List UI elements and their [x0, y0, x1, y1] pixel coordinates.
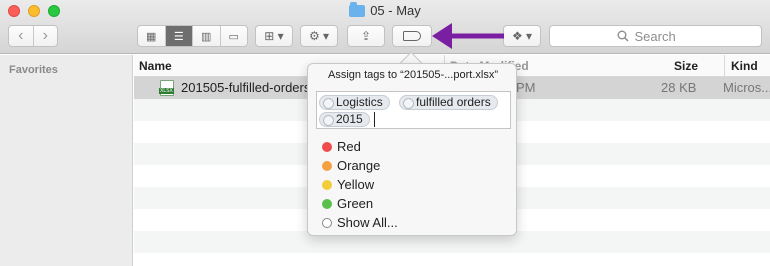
- file-date-modified: PM: [516, 80, 536, 95]
- tag-input-field[interactable]: Logistics fulfilled orders 2015: [316, 91, 511, 129]
- list-row: [134, 253, 770, 266]
- forward-button[interactable]: ›: [32, 26, 58, 46]
- search-icon: [617, 30, 629, 42]
- column-kind[interactable]: Kind: [724, 55, 758, 77]
- green-dot-icon: [322, 198, 332, 209]
- window-title: 05 - May: [0, 1, 770, 18]
- column-size[interactable]: Size: [674, 55, 698, 77]
- color-tag-label: Orange: [337, 158, 381, 173]
- back-button[interactable]: ‹: [9, 26, 33, 46]
- tag-color-list: Red Orange Yellow Green Show All...: [322, 137, 398, 232]
- assign-tags-popover: Assign tags to “201505-...port.xlsx” Log…: [307, 63, 517, 236]
- file-kind: Micros...: [723, 80, 770, 95]
- color-tag-orange[interactable]: Orange: [322, 156, 398, 175]
- action-gear-button[interactable]: ⚙ ▾: [300, 25, 338, 47]
- folder-icon: [349, 1, 366, 17]
- tag-chip-2015[interactable]: 2015: [319, 112, 370, 127]
- finder-window: 05 - May ‹ › ▦ ☰ ▥ ▭ ⊞ ▾ ⚙ ▾ ⇪ ❖ ▾ Searc…: [0, 0, 770, 266]
- purple-arrow-annotation: [432, 23, 504, 49]
- sidebar-favorites-heading: Favorites: [9, 64, 58, 76]
- color-tag-red[interactable]: Red: [322, 137, 398, 156]
- color-tag-green[interactable]: Green: [322, 194, 398, 213]
- search-field[interactable]: [549, 25, 762, 47]
- excel-file-icon: [159, 80, 174, 96]
- empty-circle-icon: [322, 217, 332, 228]
- show-all-tags[interactable]: Show All...: [322, 213, 398, 232]
- tag-chip-fulfilled-orders[interactable]: fulfilled orders: [399, 95, 498, 110]
- list-view-button[interactable]: ☰: [164, 26, 192, 46]
- color-tag-label: Red: [337, 139, 361, 154]
- color-tag-label: Green: [337, 196, 374, 211]
- share-button[interactable]: ⇪: [347, 25, 385, 47]
- edit-tags-button[interactable]: [392, 25, 432, 47]
- popover-title: Assign tags to “201505-...port.xlsx”: [328, 69, 498, 81]
- tag-icon: [403, 31, 421, 41]
- icon-view-button[interactable]: ▦: [138, 26, 165, 46]
- column-name[interactable]: Name: [139, 55, 172, 77]
- text-cursor: [374, 112, 375, 127]
- show-all-label: Show All...: [337, 215, 398, 230]
- toolbar: 05 - May ‹ › ▦ ☰ ▥ ▭ ⊞ ▾ ⚙ ▾ ⇪ ❖ ▾: [0, 0, 770, 54]
- tag-chip-logistics[interactable]: Logistics: [319, 95, 390, 110]
- color-tag-label: Yellow: [337, 177, 375, 192]
- orange-dot-icon: [322, 160, 332, 171]
- search-input[interactable]: [634, 28, 695, 44]
- view-mode-group: ▦ ☰ ▥ ▭: [137, 25, 248, 47]
- sidebar: Favorites: [0, 55, 133, 266]
- navigation-buttons: ‹ ›: [8, 25, 58, 47]
- red-dot-icon: [322, 141, 332, 152]
- cover-flow-view-button[interactable]: ▭: [219, 26, 248, 46]
- color-tag-yellow[interactable]: Yellow: [322, 175, 398, 194]
- window-title-text: 05 - May: [370, 3, 421, 18]
- file-size: 28 KB: [661, 80, 697, 95]
- column-view-button[interactable]: ▥: [192, 26, 220, 46]
- yellow-dot-icon: [322, 179, 332, 190]
- dropbox-button[interactable]: ❖ ▾: [503, 25, 541, 47]
- arrange-button[interactable]: ⊞ ▾: [255, 25, 293, 47]
